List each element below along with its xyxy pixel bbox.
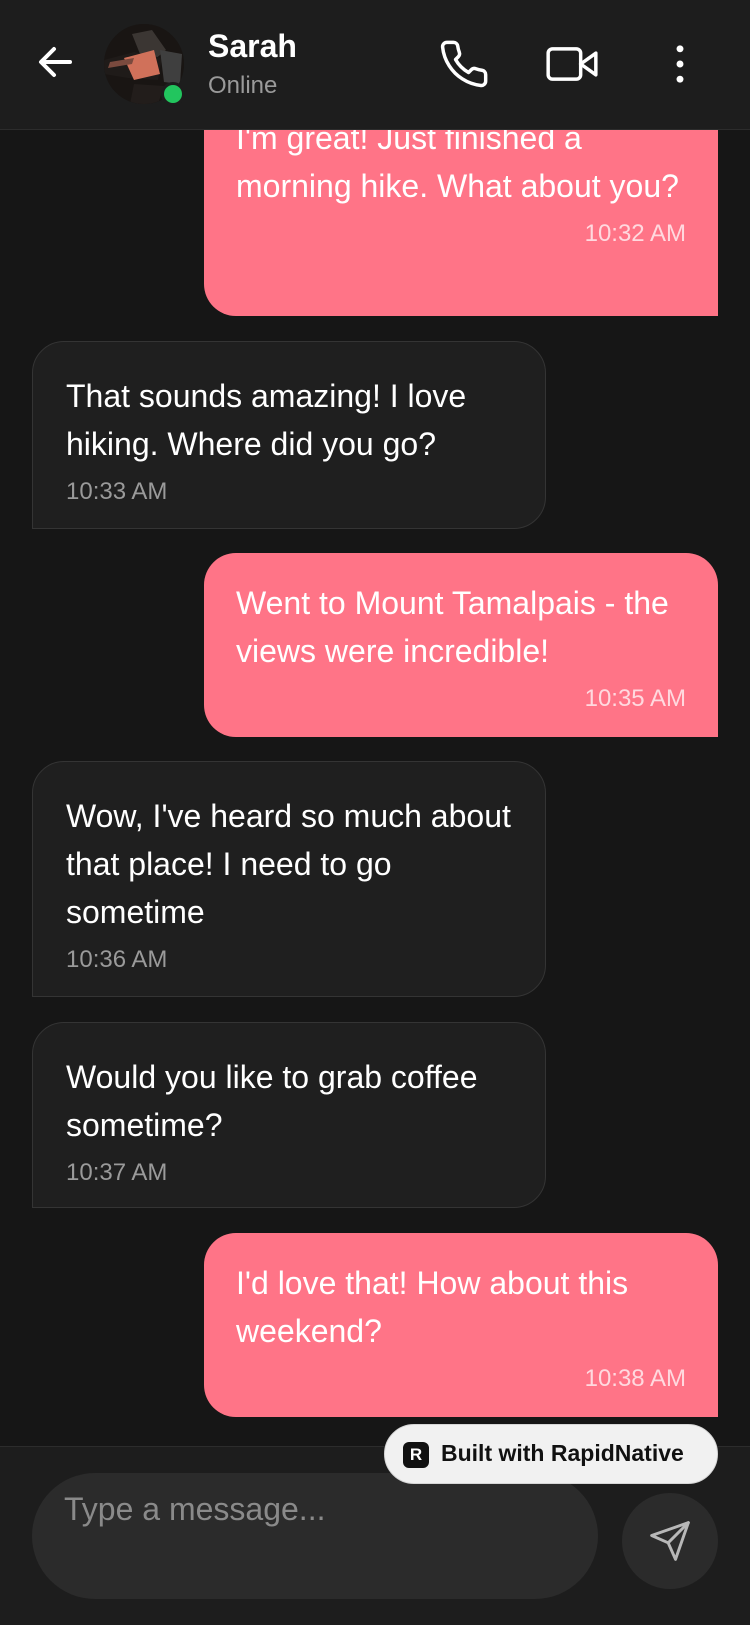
message-bubble-incoming: Wow, I've heard so much about that place… <box>32 761 546 997</box>
contact-name[interactable]: Sarah <box>208 28 297 65</box>
rapidnative-logo-icon: R <box>403 1442 429 1468</box>
message-input[interactable] <box>32 1473 598 1599</box>
message-list[interactable]: I'm great! Just finished a morning hike.… <box>0 0 750 1445</box>
message-text: That sounds amazing! I love hiking. Wher… <box>66 378 467 462</box>
send-button[interactable] <box>622 1493 718 1589</box>
message-text: I'd love that! How about this weekend? <box>236 1265 629 1349</box>
call-button[interactable] <box>438 38 490 90</box>
message-bubble-incoming: Would you like to grab coffee sometime? … <box>32 1022 546 1208</box>
more-vertical-icon <box>676 45 684 83</box>
built-with-badge[interactable]: R Built with RapidNative <box>384 1424 718 1484</box>
message-time: 10:35 AM <box>584 685 686 712</box>
message-time: 10:38 AM <box>584 1365 686 1392</box>
message-time: 10:37 AM <box>66 1159 168 1186</box>
video-call-button[interactable] <box>546 38 598 90</box>
phone-icon <box>440 40 488 88</box>
message-text: Wow, I've heard so much about that place… <box>66 798 511 930</box>
message-bubble-outgoing: I'd love that! How about this weekend? 1… <box>204 1233 718 1417</box>
arrow-left-icon <box>39 47 72 77</box>
message-time: 10:32 AM <box>584 220 686 247</box>
message-text: Went to Mount Tamalpais - the views were… <box>236 585 669 669</box>
message-text: Would you like to grab coffee sometime? <box>66 1059 478 1143</box>
online-status-indicator <box>161 82 185 106</box>
video-camera-icon <box>546 47 598 81</box>
more-options-button[interactable] <box>654 38 706 90</box>
send-icon <box>650 1521 690 1561</box>
rapidnative-logo-letter: R <box>409 1445 423 1464</box>
message-bubble-outgoing: Went to Mount Tamalpais - the views were… <box>204 553 718 737</box>
chat-header: Sarah Online <box>0 0 750 130</box>
back-button[interactable] <box>34 40 78 84</box>
message-time: 10:33 AM <box>66 478 168 505</box>
badge-label: Built with RapidNative <box>441 1440 684 1466</box>
message-time: 10:36 AM <box>66 946 168 973</box>
message-bubble-incoming: That sounds amazing! I love hiking. Wher… <box>32 341 546 529</box>
contact-status: Online <box>208 72 278 99</box>
